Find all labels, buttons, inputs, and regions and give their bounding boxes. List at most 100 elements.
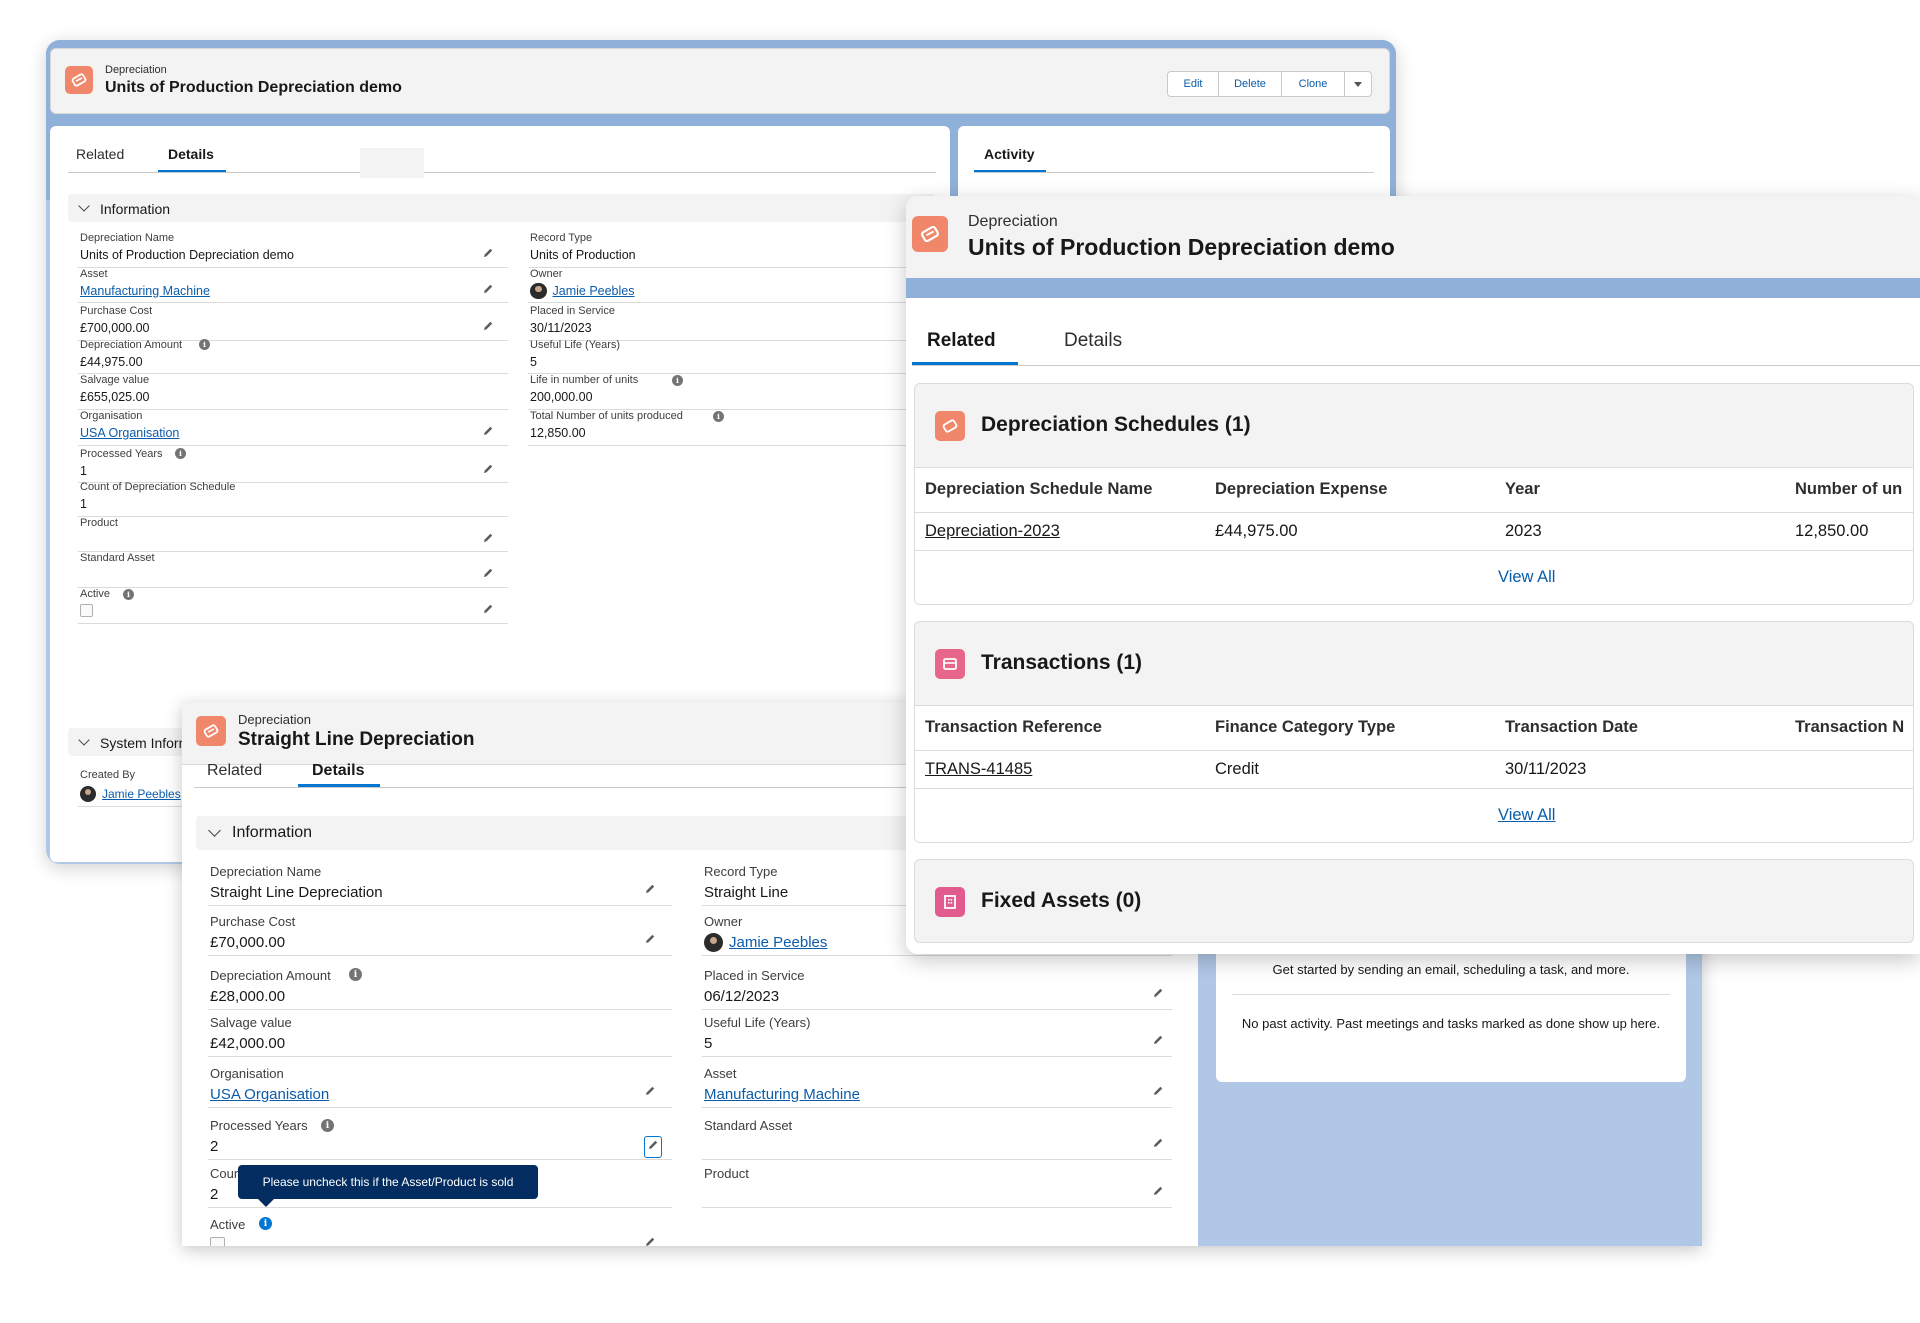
tab-related[interactable]: Related [927,330,996,352]
field-total-number-of-units-produced: Total Number of units produced i 12,850.00 [524,410,950,446]
record-title: Units of Production Depreciation demo [105,79,402,96]
info-icon[interactable]: i [123,588,134,600]
info-icon[interactable]: i [321,1118,334,1132]
field-value: 5 [704,1035,713,1053]
field-label: Placed in Service [530,305,615,318]
pencil-icon[interactable] [482,566,494,584]
field-active: Active i [204,1217,674,1246]
clone-button[interactable]: Clone [1281,71,1345,97]
field-label: Depreciation Amount [210,967,331,983]
field-active: Active i [74,588,510,624]
tab-details[interactable]: Details [168,146,214,162]
pencil-icon[interactable] [482,282,494,300]
pencil-icon[interactable] [644,1235,656,1246]
tab-details[interactable]: Details [1064,330,1122,352]
field-value: 2 [210,1138,219,1155]
field-value: Units of Production [530,248,636,262]
field-divider [208,905,672,906]
pencil-icon[interactable] [482,531,494,549]
pencil-icon[interactable] [1152,986,1164,1004]
field-depreciation-name: Depreciation Name Straight Line Depreciat… [204,864,674,914]
view-all-link[interactable]: View All [1498,806,1555,825]
field-divider [78,302,508,304]
section-information[interactable]: Information [68,194,936,222]
field-link[interactable]: Jamie Peebles [729,934,827,951]
field-link[interactable]: USA Organisation [80,426,179,440]
info-icon[interactable]: i [713,410,724,422]
pencil-icon[interactable] [482,602,494,620]
field-organisation: Organisation USA Organisation [74,410,510,446]
activity-empty-hint: Get started by sending an email, schedul… [1272,962,1630,977]
field-divider [208,1056,672,1058]
field-label: Owner [530,267,563,280]
delete-button[interactable]: Delete [1218,71,1282,97]
field-label: Record Type [704,864,778,879]
tab-activity[interactable]: Activity [984,146,1035,162]
info-icon[interactable]: i [259,1217,272,1231]
pencil-icon[interactable] [482,462,494,480]
view-all-link[interactable]: View All [1498,568,1555,587]
pencil-icon[interactable] [644,1084,656,1102]
related-list-table: Transaction Reference Finance Category T… [915,705,1913,842]
field-processed-years: Processed Years i 1 [74,448,510,484]
table-cell: 12,850.00 [1795,522,1869,540]
field-value: £655,025.00 [80,390,150,405]
transaction-reference-link[interactable]: TRANS-41485 [925,760,1032,779]
field-link[interactable]: Manufacturing Machine [704,1086,860,1103]
pencil-icon[interactable] [644,1136,662,1158]
created-by-link[interactable]: Jamie Peebles [102,787,181,801]
field-link[interactable]: Jamie Peebles [553,284,635,298]
field-link[interactable]: USA Organisation [210,1086,329,1103]
active-checkbox[interactable] [210,1236,225,1246]
tab-related[interactable]: Related [76,146,124,162]
info-icon[interactable]: i [349,968,362,982]
field-standard-asset: Standard Asset [698,1118,1174,1168]
field-label: Owner [704,914,743,930]
field-product: Product [698,1166,1174,1216]
field-divider [528,302,950,304]
more-actions-button[interactable] [1344,71,1372,97]
related-list-transactions: Transactions (1) Transaction Reference F… [914,621,1914,843]
field-count-of-depreciation-schedule: Count of Depreciation Schedule 1 [74,481,510,517]
field-placed-in-service: Placed in Service 30/11/2023 [524,305,950,341]
field-product: Product [74,517,510,553]
field-divider [702,1056,1172,1058]
schedule-name-link[interactable]: Depreciation-2023 [925,522,1060,541]
pencil-icon[interactable] [1152,1136,1164,1154]
pencil-icon[interactable] [1152,1184,1164,1202]
tab-related[interactable]: Related [207,762,262,780]
field-value: £70,000.00 [210,934,286,952]
tab-details[interactable]: Details [312,762,364,780]
pencil-icon[interactable] [1152,1033,1164,1051]
field-link[interactable]: Manufacturing Machine [80,284,210,298]
record-eyebrow: Depreciation [238,712,311,727]
pencil-icon[interactable] [482,424,494,442]
depreciation-icon [196,716,226,746]
pencil-icon[interactable] [644,882,656,900]
field-value: £28,000.00 [210,987,286,1005]
info-icon[interactable]: i [199,339,210,351]
field-divider [208,1159,672,1160]
field-label: Depreciation Name [210,864,322,879]
field-useful-life-years: Useful Life (Years) 5 [698,1015,1174,1065]
pencil-icon[interactable] [482,319,494,337]
info-icon[interactable]: i [175,448,186,460]
pencil-icon[interactable] [1152,1084,1164,1102]
field-record-type: Record Type Units of Production [524,232,950,268]
edit-button[interactable]: Edit [1167,71,1219,97]
field-depreciation-amount: Depreciation Amount i £44,975.00 [74,339,510,375]
column-header: Transaction Date [1505,718,1638,736]
chevron-down-icon [78,200,90,212]
tab-divider [912,365,1920,366]
activity-empty-card: No activities to show. Get started by se… [1216,932,1686,1082]
record-eyebrow: Depreciation [105,64,167,76]
field-owner: Owner Jamie Peebles [524,268,950,304]
pencil-icon[interactable] [482,246,494,264]
active-checkbox[interactable] [80,604,93,617]
field-value: 200,000.00 [530,390,593,405]
pencil-icon[interactable] [644,932,656,950]
section-label: Information [100,201,171,217]
info-icon[interactable]: i [672,374,683,386]
field-salvage-value: Salvage value £655,025.00 [74,374,510,410]
fixed-assets-icon [935,887,965,917]
